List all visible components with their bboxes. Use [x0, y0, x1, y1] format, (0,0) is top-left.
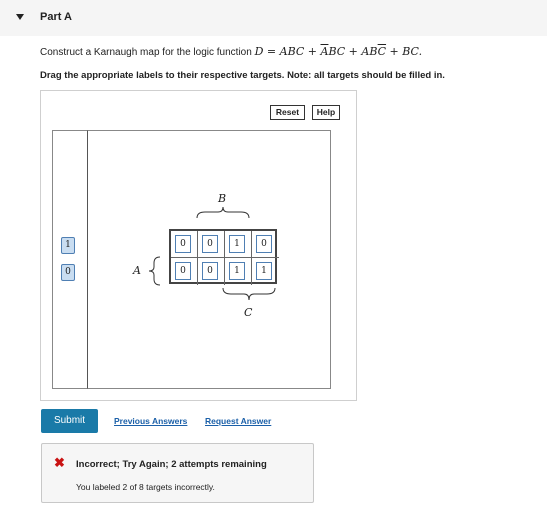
expr-end: .	[418, 45, 423, 58]
part-a-header[interactable]: Part A	[0, 0, 547, 36]
kmap-target[interactable]: 0	[175, 262, 191, 280]
instruction-lead: Construct a Karnaugh map for the logic f…	[40, 47, 255, 58]
request-answer-link[interactable]: Request Answer	[205, 416, 271, 426]
expr-term-3: AB	[361, 45, 378, 58]
brace-left	[148, 256, 161, 286]
kmap-target[interactable]: 0	[256, 235, 272, 253]
expr-term-1: ABC	[279, 45, 305, 58]
kmap-cell: 0	[198, 231, 225, 258]
expr-plus: +	[345, 45, 362, 58]
kmap-cell: 0	[171, 258, 198, 285]
feedback-box: ✖ Incorrect; Try Again; 2 attempts remai…	[41, 443, 314, 503]
kmap-target[interactable]: 1	[229, 235, 245, 253]
expr-plus: +	[386, 45, 403, 58]
expr-eq: =	[263, 45, 280, 58]
kmap-cell: 1	[252, 258, 279, 285]
kmap-cell: 0	[198, 258, 225, 285]
var-a-label: A	[133, 264, 141, 277]
kmap-target[interactable]: 1	[229, 262, 245, 280]
drag-instructions: Drag the appropriate labels to their res…	[40, 70, 445, 81]
kmap-cell: 1	[225, 258, 252, 285]
caret-down-icon[interactable]	[16, 14, 24, 20]
feedback-detail: You labeled 2 of 8 targets incorrectly.	[76, 482, 215, 492]
kmap-target[interactable]: 1	[256, 262, 272, 280]
brace-bottom	[222, 287, 276, 301]
previous-answers-link[interactable]: Previous Answers	[114, 416, 187, 426]
expr-term-3-bar: C	[377, 45, 387, 58]
submit-button[interactable]: Submit	[41, 409, 98, 433]
drag-label-0[interactable]: 0	[61, 264, 75, 281]
drag-label-1[interactable]: 1	[61, 237, 75, 254]
label-palette	[52, 130, 88, 389]
logic-function: D = ABC + ABC + ABC + BC.	[255, 45, 423, 58]
karnaugh-map: 0 0 1 0 0 0 1 1	[169, 229, 279, 285]
kmap-target[interactable]: 0	[202, 235, 218, 253]
feedback-message: Incorrect; Try Again; 2 attempts remaini…	[76, 459, 267, 470]
reset-button[interactable]: Reset	[270, 105, 305, 120]
kmap-cell: 1	[225, 231, 252, 258]
kmap-target[interactable]: 0	[202, 262, 218, 280]
help-button[interactable]: Help	[312, 105, 340, 120]
expr-term-2: BC	[328, 45, 346, 58]
kmap-cell: 0	[171, 231, 198, 258]
var-b-label: B	[218, 192, 227, 205]
instruction-line: Construct a Karnaugh map for the logic f…	[40, 45, 422, 58]
brace-top	[196, 206, 250, 219]
expr-term-4: BC	[402, 45, 419, 58]
kmap-cell: 0	[252, 231, 279, 258]
expr-plus: +	[304, 45, 321, 58]
part-title: Part A	[40, 11, 72, 23]
kmap-target[interactable]: 0	[175, 235, 191, 253]
var-c-label: C	[244, 306, 253, 319]
error-x-icon: ✖	[54, 455, 65, 470]
